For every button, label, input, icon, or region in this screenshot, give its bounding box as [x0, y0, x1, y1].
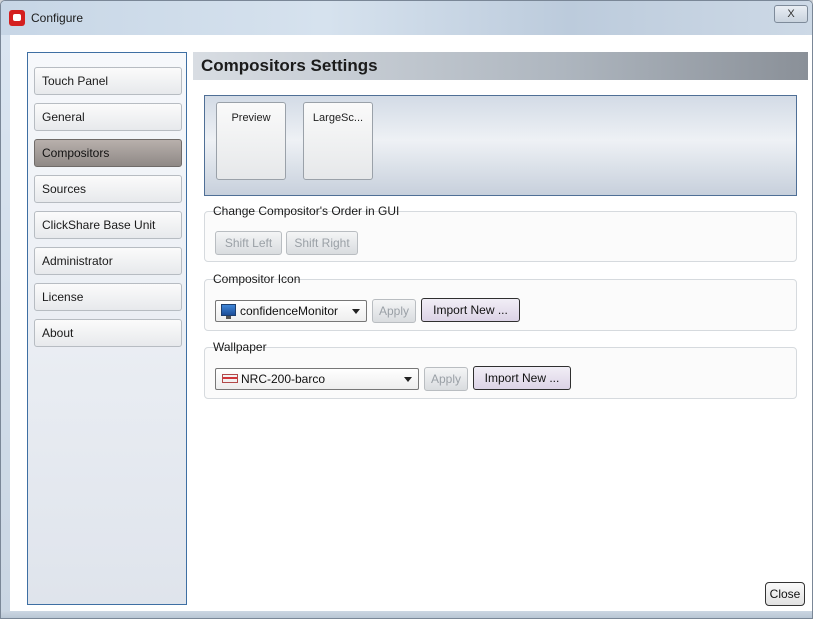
sidebar-item-touch-panel[interactable]: Touch Panel [34, 67, 182, 95]
compositor-icon-apply-button[interactable]: Apply [372, 299, 416, 323]
compositor-tile-preview[interactable]: Preview [216, 102, 286, 180]
sidebar-item-about[interactable]: About [34, 319, 182, 347]
page-title: Compositors Settings [193, 52, 808, 80]
wallpaper-apply-button[interactable]: Apply [424, 367, 468, 391]
shift-left-button[interactable]: Shift Left [215, 231, 282, 255]
wallpaper-import-button[interactable]: Import New ... [473, 366, 571, 390]
sidebar-item-general[interactable]: General [34, 103, 182, 131]
chevron-down-icon [404, 377, 412, 382]
wallpaper-select[interactable]: NRC-200-barco [215, 368, 419, 390]
compositor-tile-largescreen[interactable]: LargeSc... [303, 102, 373, 180]
compositor-icon-import-button[interactable]: Import New ... [421, 298, 520, 322]
compositor-icon-group: Compositor Icon confidenceMonitor Apply … [204, 272, 797, 331]
compositor-icon-select[interactable]: confidenceMonitor [215, 300, 367, 322]
title-bar[interactable]: Configure X [1, 1, 812, 35]
sidebar-item-sources[interactable]: Sources [34, 175, 182, 203]
sidebar-item-clickshare-base-unit[interactable]: ClickShare Base Unit [34, 211, 182, 239]
settings-sidebar: Touch Panel General Compositors Sources … [27, 52, 187, 605]
wallpaper-group-title: Wallpaper [213, 340, 267, 354]
order-group-title: Change Compositor's Order in GUI [213, 204, 400, 218]
wallpaper-group: Wallpaper NRC-200-barco Apply Import New… [204, 340, 797, 399]
sidebar-item-administrator[interactable]: Administrator [34, 247, 182, 275]
window-close-button[interactable]: X [774, 5, 808, 23]
chevron-down-icon [352, 309, 360, 314]
wallpaper-select-value: NRC-200-barco [241, 372, 326, 386]
compositor-icon-select-value: confidenceMonitor [240, 304, 339, 318]
configure-window: Configure X Touch Panel General Composit… [0, 0, 813, 619]
wallpaper-thumbnail-icon [222, 374, 238, 383]
close-button[interactable]: Close [765, 582, 805, 606]
order-group: Change Compositor's Order in GUI Shift L… [204, 204, 797, 262]
dialog-client-area: Touch Panel General Compositors Sources … [10, 35, 812, 611]
compositor-icon-group-title: Compositor Icon [213, 272, 301, 286]
app-logo-icon [9, 10, 25, 26]
sidebar-item-compositors[interactable]: Compositors [34, 139, 182, 167]
window-bottom-border [1, 611, 812, 618]
sidebar-item-license[interactable]: License [34, 283, 182, 311]
window-title: Configure [31, 11, 84, 25]
compositor-list: Preview LargeSc... [204, 95, 797, 196]
shift-right-button[interactable]: Shift Right [286, 231, 358, 255]
monitor-icon [221, 304, 236, 319]
